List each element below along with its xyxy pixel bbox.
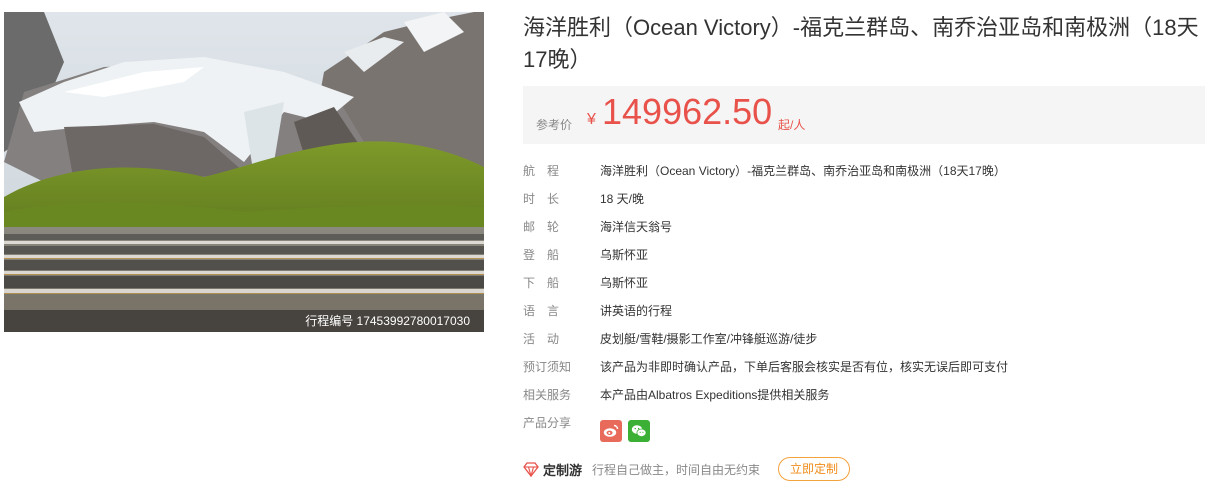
glacier-penguin-colony-photo	[4, 12, 484, 332]
custom-tour-description: 行程自己做主，时间自由无约束	[592, 462, 761, 477]
detail-row-disembark: 下 船 乌斯怀亚	[523, 268, 1205, 296]
detail-label: 时 长	[523, 191, 560, 206]
detail-label: 相关服务	[523, 387, 572, 402]
detail-row-embark: 登 船 乌斯怀亚	[523, 240, 1205, 268]
custom-tour-row: 定制游 行程自己做主，时间自由无约束 立即定制	[523, 457, 851, 481]
share-icons	[600, 420, 650, 442]
product-title: 海洋胜利（Ocean Victory）-福克兰群岛、南乔治亚岛和南极洲（18天1…	[523, 15, 1199, 72]
detail-list: 航 程 海洋胜利（Ocean Victory）-福克兰群岛、南乔治亚岛和南极洲（…	[523, 156, 1205, 450]
detail-label: 登 船	[523, 247, 560, 262]
detail-value: 乌斯怀亚	[600, 247, 649, 262]
product-info: 海洋胜利（Ocean Victory）-福克兰群岛、南乔治亚岛和南极洲（18天1…	[523, 12, 1205, 450]
detail-row-language: 语 言 讲英语的行程	[523, 296, 1205, 324]
price-box: 参考价 ¥ 149962.50 起/人	[523, 86, 1205, 144]
detail-value: 该产品为非即时确认产品，下单后客服会核实是否有位，核实无误后即可支付	[600, 359, 1009, 374]
detail-value: 海洋胜利（Ocean Victory）-福克兰群岛、南乔治亚岛和南极洲（18天1…	[600, 163, 1006, 178]
share-label: 产品分享	[523, 416, 572, 430]
detail-row-route: 航 程 海洋胜利（Ocean Victory）-福克兰群岛、南乔治亚岛和南极洲（…	[523, 156, 1205, 184]
detail-row-duration: 时 长 18 天/晚	[523, 184, 1205, 212]
price-label: 参考价	[536, 118, 573, 132]
detail-label: 航 程	[523, 163, 560, 178]
detail-value: 海洋信天翁号	[600, 219, 673, 234]
custom-tour-title: 定制游	[543, 462, 583, 478]
detail-value: 18 天/晚	[600, 191, 645, 206]
wechat-icon[interactable]	[628, 420, 650, 442]
customize-now-button[interactable]: 立即定制	[778, 457, 851, 481]
detail-label: 活 动	[523, 331, 560, 346]
share-row: 产品分享	[523, 408, 1205, 450]
detail-row-ship: 邮 轮 海洋信天翁号	[523, 212, 1205, 240]
weibo-icon[interactable]	[600, 420, 622, 442]
detail-row-services: 相关服务 本产品由Albatros Expeditions提供相关服务	[523, 380, 1205, 408]
detail-label: 下 船	[523, 275, 560, 290]
price-unit: 起/人	[778, 118, 806, 132]
detail-value: 本产品由Albatros Expeditions提供相关服务	[600, 387, 830, 402]
detail-value: 讲英语的行程	[600, 303, 673, 318]
price-currency: ¥	[587, 111, 596, 128]
detail-value: 皮划艇/雪鞋/摄影工作室/冲锋艇巡游/徒步	[600, 331, 818, 346]
detail-value: 乌斯怀亚	[600, 275, 649, 290]
detail-row-booking-notes: 预订须知 该产品为非即时确认产品，下单后客服会核实是否有位，核实无误后即可支付	[523, 352, 1205, 380]
detail-row-activities: 活 动 皮划艇/雪鞋/摄影工作室/冲锋艇巡游/徒步	[523, 324, 1205, 352]
itinerary-number: 行程编号 17453992780017030	[4, 310, 484, 332]
detail-label: 预订须知	[523, 359, 572, 374]
detail-label: 邮 轮	[523, 219, 560, 234]
product-photo: 行程编号 17453992780017030	[4, 12, 484, 332]
price-value: 149962.50	[602, 91, 773, 132]
detail-label: 语 言	[523, 303, 560, 318]
diamond-icon	[523, 462, 539, 477]
